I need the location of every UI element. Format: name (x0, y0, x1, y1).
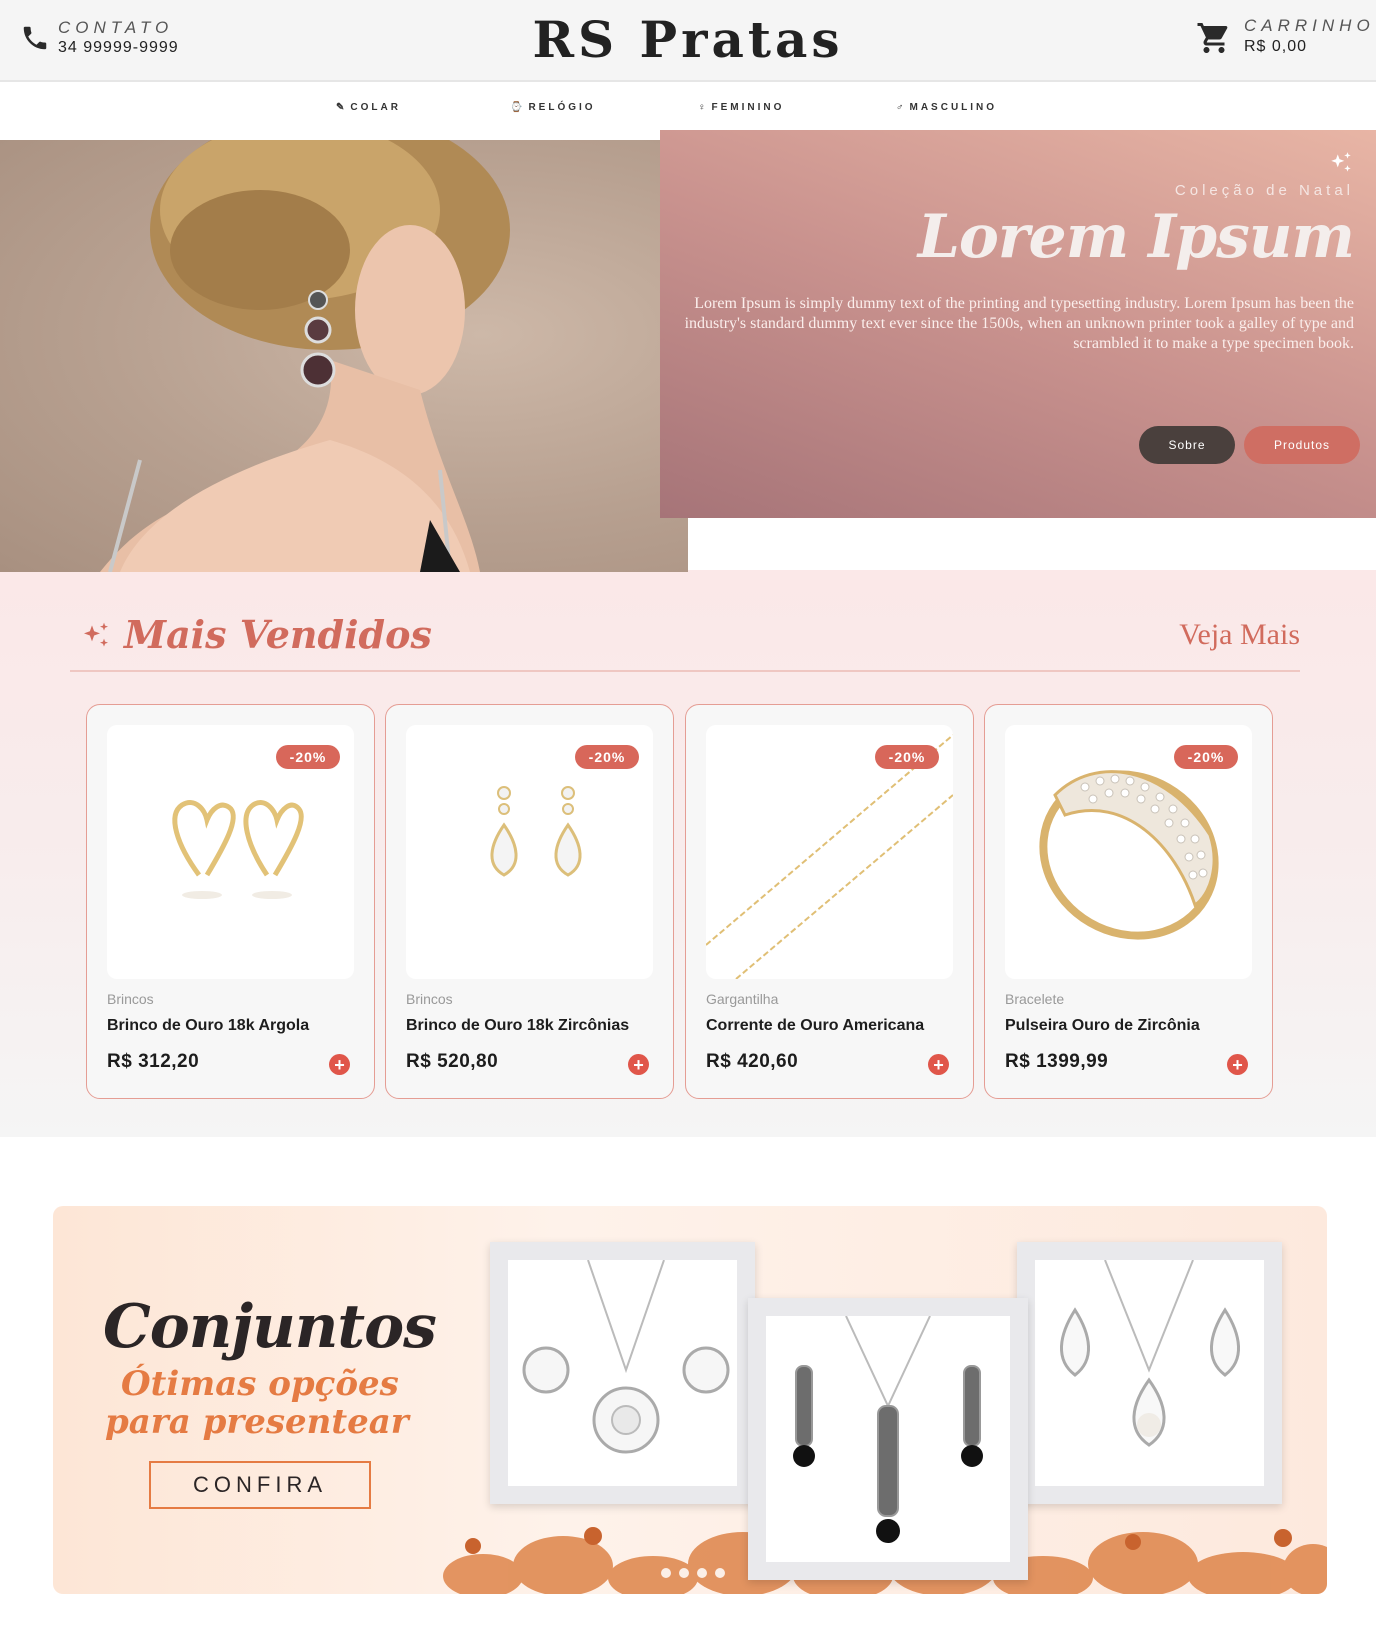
sets-promo-banner[interactable]: Conjuntos Ótimas opções para presentear … (53, 1206, 1327, 1594)
hero-panel: Coleção de Natal Lorem Ipsum Lorem Ipsum… (660, 130, 1376, 518)
product-image[interactable]: -20% (406, 725, 653, 979)
product-category: Bracelete (1005, 991, 1065, 1007)
sparkle-icon (84, 622, 108, 647)
nav-item-label: FEMININO (711, 102, 785, 113)
product-card[interactable]: -20% Brincos Brinco de Ouro 18k Zircônia… (385, 704, 674, 1099)
cart-block[interactable]: CARRINHO R$ 0,00 (1196, 16, 1375, 56)
section-title: Mais Vendidos (124, 612, 432, 657)
nav-item-relogio[interactable]: ⌚ RELÓGIO (510, 102, 596, 113)
product-name[interactable]: Brinco de Ouro 18k Zircônias (406, 1017, 629, 1035)
nav-item-label: COLAR (350, 102, 401, 113)
nav-item-feminino[interactable]: ♀ FEMININO (698, 102, 784, 113)
nav-item-label: MASCULINO (909, 102, 998, 113)
confira-button[interactable]: CONFIRA (149, 1461, 371, 1509)
best-sellers-header: Mais Vendidos Veja Mais (70, 610, 1300, 672)
male-icon: ♂ (896, 102, 907, 113)
hero-subtitle: Coleção de Natal (1174, 182, 1354, 199)
banner-title: Conjuntos (103, 1292, 437, 1362)
carousel-dot[interactable] (661, 1568, 671, 1578)
hero-title: Lorem Ipsum (917, 202, 1355, 272)
product-price: R$ 312,20 (107, 1051, 200, 1072)
jewelry-set-photo[interactable] (490, 1242, 755, 1504)
carousel-dots[interactable] (661, 1568, 725, 1578)
product-name[interactable]: Pulseira Ouro de Zircônia (1005, 1017, 1200, 1035)
see-more-link[interactable]: Veja Mais (1179, 618, 1300, 652)
jewelry-set-photo[interactable] (748, 1298, 1028, 1580)
product-category: Gargantilha (706, 991, 779, 1007)
product-name[interactable]: Corrente de Ouro Americana (706, 1017, 924, 1035)
banner-subtitle-line2: para presentear (105, 1402, 409, 1442)
jewelry-set-photo[interactable] (1017, 1242, 1282, 1504)
about-button[interactable]: Sobre (1139, 426, 1235, 464)
hero-model-photo (0, 140, 688, 572)
cart-total: R$ 0,00 (1244, 38, 1308, 55)
add-to-cart-button[interactable]: + (628, 1054, 649, 1075)
discount-badge: -20% (1174, 745, 1238, 769)
product-category: Brincos (107, 991, 154, 1007)
female-icon: ♀ (698, 102, 709, 113)
product-card[interactable]: -20% Bracelete Pulseira Ouro de Zircônia… (984, 704, 1273, 1099)
carousel-dot[interactable] (697, 1568, 707, 1578)
discount-badge: -20% (575, 745, 639, 769)
nav-item-masculino[interactable]: ♂ MASCULINO (896, 102, 997, 113)
banner-subtitle-line1: Ótimas opções (121, 1364, 399, 1404)
product-image[interactable]: -20% (1005, 725, 1252, 979)
product-image[interactable]: -20% (107, 725, 354, 979)
cart-label: CARRINHO (1244, 16, 1375, 35)
hero-description: Lorem Ipsum is simply dummy text of the … (684, 295, 1354, 352)
sparkle-icon (1331, 152, 1351, 172)
products-button[interactable]: Produtos (1244, 426, 1360, 464)
watch-icon: ⌚ (510, 102, 526, 113)
product-price: R$ 420,60 (706, 1051, 799, 1072)
product-price: R$ 1399,99 (1005, 1051, 1109, 1072)
product-name[interactable]: Brinco de Ouro 18k Argola (107, 1017, 309, 1035)
product-image[interactable]: -20% (706, 725, 953, 979)
product-card[interactable]: -20% Gargantilha Corrente de Ouro Americ… (685, 704, 974, 1099)
nav-item-colar[interactable]: ✎ COLAR (336, 102, 401, 113)
product-price: R$ 520,80 (406, 1051, 499, 1072)
carousel-dot[interactable] (715, 1568, 725, 1578)
discount-badge: -20% (276, 745, 340, 769)
discount-badge: -20% (875, 745, 939, 769)
brand-logo[interactable]: RS Pratas (0, 10, 1376, 69)
product-category: Brincos (406, 991, 453, 1007)
top-header: CONTATO 34 99999-9999 RS Pratas CARRINHO… (0, 0, 1376, 82)
nav-item-label: RELÓGIO (528, 102, 596, 113)
category-nav: ✎ COLAR ⌚ RELÓGIO ♀ FEMININO ♂ MASCULINO (0, 84, 1376, 130)
pen-icon: ✎ (336, 102, 348, 113)
add-to-cart-button[interactable]: + (329, 1054, 350, 1075)
carousel-dot[interactable] (679, 1568, 689, 1578)
add-to-cart-button[interactable]: + (1227, 1054, 1248, 1075)
cart-icon (1197, 23, 1228, 53)
product-card[interactable]: -20% Brincos Brinco de Ouro 18k Argola R… (86, 704, 375, 1099)
add-to-cart-button[interactable]: + (928, 1054, 949, 1075)
